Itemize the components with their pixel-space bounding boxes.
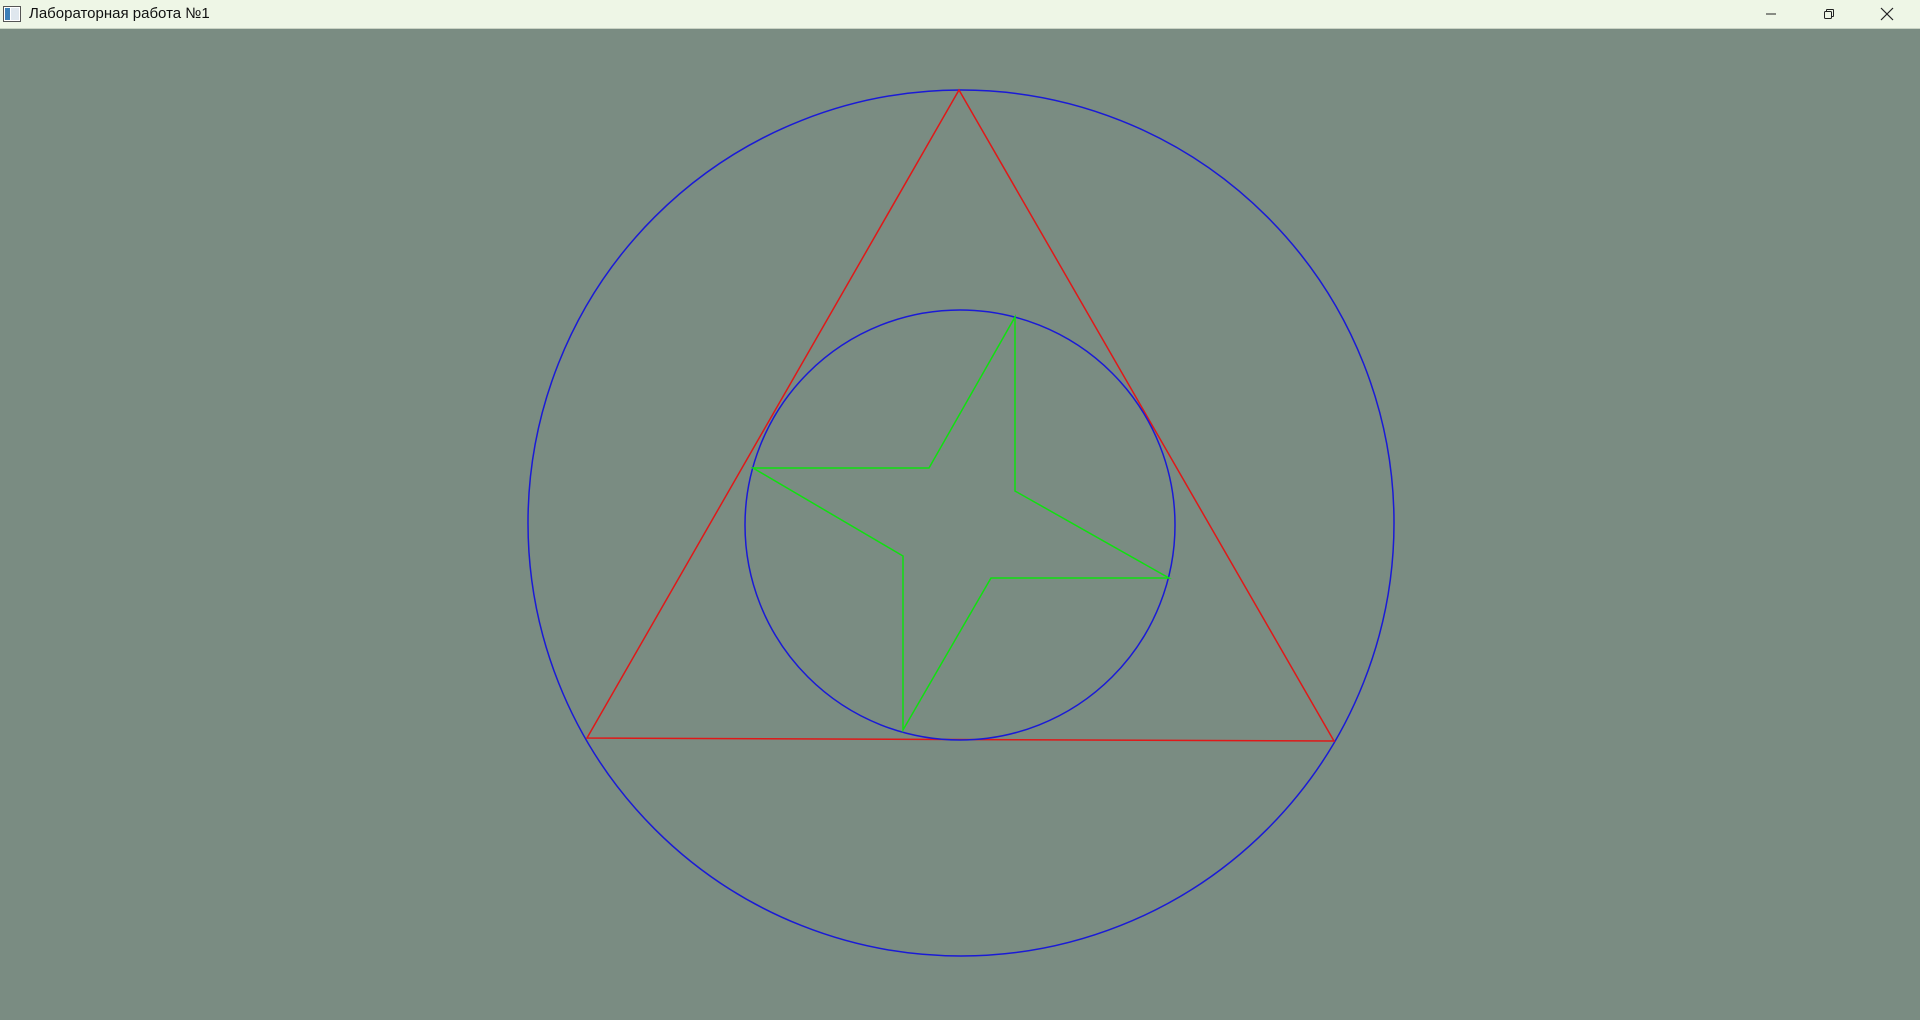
minimize-button[interactable]: [1742, 0, 1800, 28]
restore-button[interactable]: [1800, 0, 1858, 28]
restore-icon: [1823, 8, 1835, 20]
close-icon: [1880, 7, 1894, 21]
outer-circle: [527, 89, 1395, 957]
title-bar[interactable]: Лабораторная работа №1: [0, 0, 1920, 29]
app-window-icon: [3, 6, 21, 22]
window-title: Лабораторная работа №1: [29, 5, 210, 22]
triangle: [585, 88, 1336, 742]
app-window: Лабораторная работа №1: [0, 0, 1920, 1020]
four-point-star: [750, 314, 1172, 733]
inner-circle: [744, 309, 1176, 741]
close-button[interactable]: [1858, 0, 1916, 28]
drawing-canvas: [0, 29, 1920, 1020]
minimize-icon: [1765, 8, 1777, 20]
